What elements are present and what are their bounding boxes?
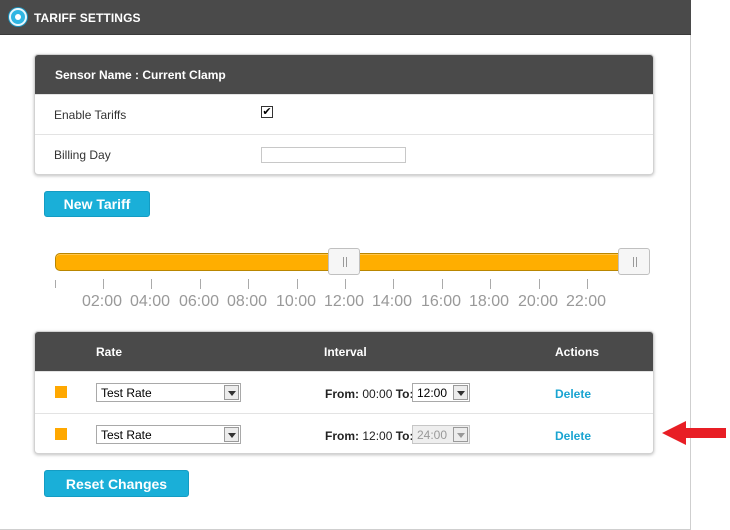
slider-tick-label: 08:00 — [227, 293, 268, 310]
slider-handle-2400[interactable] — [618, 248, 650, 275]
slider-handle-1200[interactable] — [328, 248, 360, 275]
sensor-card: Sensor Name : Current Clamp Enable Tarif… — [34, 54, 654, 175]
enable-tariffs-row: Enable Tariffs ✔ — [35, 94, 653, 134]
slider-tick-label: 04:00 — [130, 293, 171, 310]
table-row: Test Rate From: 12:00 To: 24:00 Delete — [35, 413, 653, 453]
interval-to-select-disabled: 24:00 — [412, 425, 470, 444]
rate-color-swatch — [55, 428, 67, 440]
title-bar: TARIFF SETTINGS — [0, 0, 691, 35]
slider-tick — [248, 279, 249, 289]
delete-link[interactable]: Delete — [555, 387, 591, 401]
rate-select[interactable]: Test Rate — [96, 425, 241, 444]
chevron-down-icon — [453, 385, 468, 400]
reset-changes-button[interactable]: Reset Changes — [44, 470, 189, 497]
interval-label: From: 00:00 To: — [325, 387, 414, 401]
chevron-down-icon — [224, 427, 239, 442]
slider-tick-label: 10:00 — [276, 293, 317, 310]
actions-column-header: Actions — [555, 345, 600, 359]
sensor-name-heading: Sensor Name : Current Clamp — [35, 55, 653, 94]
rates-table: Rate Interval Actions Test Rate From: 00… — [34, 331, 654, 454]
slider-tick — [200, 279, 201, 289]
slider-tick — [151, 279, 152, 289]
new-tariff-button[interactable]: New Tariff — [44, 191, 150, 217]
slider-tick-start — [55, 280, 56, 288]
rate-color-swatch — [55, 386, 67, 398]
billing-day-label: Billing Day — [54, 148, 111, 162]
rates-table-header: Rate Interval Actions — [35, 332, 653, 371]
page-title: TARIFF SETTINGS — [34, 11, 141, 25]
slider-tick — [345, 279, 346, 289]
tariff-settings-panel: TARIFF SETTINGS Sensor Name : Current Cl… — [0, 0, 691, 530]
tariff-ring-icon — [9, 8, 27, 26]
slider-tick — [297, 279, 298, 289]
slider-tick-label: 12:00 — [324, 293, 365, 310]
rate-column-header: Rate — [96, 345, 123, 359]
slider-tick-label: 02:00 — [82, 293, 123, 310]
slider-tick-label: 20:00 — [518, 293, 559, 310]
billing-day-input[interactable] — [261, 147, 406, 163]
slider-tick-label: 06:00 — [179, 293, 220, 310]
interval-label: From: 12:00 To: — [325, 429, 414, 443]
red-arrow-icon — [662, 421, 726, 445]
billing-day-row: Billing Day — [35, 134, 653, 174]
slider-tick-label: 16:00 — [421, 293, 462, 310]
table-row: Test Rate From: 00:00 To: 12:00 Delete — [35, 371, 653, 413]
rate-select[interactable]: Test Rate — [96, 383, 241, 402]
enable-tariffs-checkbox[interactable]: ✔ — [261, 106, 273, 118]
slider-tick — [103, 279, 104, 289]
chevron-down-icon — [224, 385, 239, 400]
slider-tick — [539, 279, 540, 289]
interval-to-select[interactable]: 12:00 — [412, 383, 470, 402]
slider-tick — [490, 279, 491, 289]
slider-tick — [587, 279, 588, 289]
slider-tick — [442, 279, 443, 289]
chevron-down-icon — [453, 427, 468, 442]
slider-tick-label: 22:00 — [566, 293, 607, 310]
enable-tariffs-label: Enable Tariffs — [54, 108, 127, 122]
delete-link[interactable]: Delete — [555, 429, 591, 443]
slider-tick-label: 18:00 — [469, 293, 510, 310]
interval-column-header: Interval — [324, 345, 367, 359]
slider-tick — [393, 279, 394, 289]
slider-tick-label: 14:00 — [372, 293, 413, 310]
